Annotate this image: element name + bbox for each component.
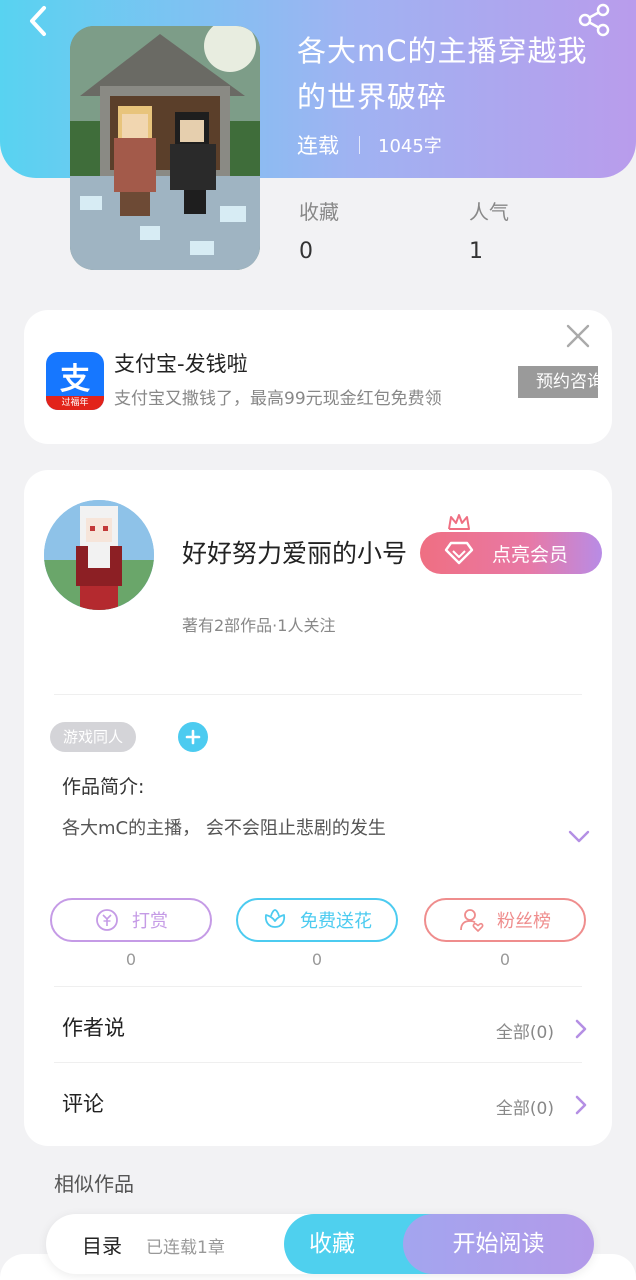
plus-icon — [185, 729, 201, 745]
flower-icon — [264, 909, 286, 928]
book-detail-card: 好好努力爱丽的小号 点亮会员 著有2部作品·1人关注 游戏同人 作品简介: 各大… — [24, 470, 612, 1146]
comments-row[interactable]: 评论 全部(0) — [62, 1084, 588, 1124]
intro-text: 各大mC的主播， 会不会阻止悲剧的发生 — [62, 818, 386, 839]
fans-count: 0 — [499, 950, 511, 969]
ad-logo-char: 支 — [60, 362, 90, 397]
ad-reserve-button[interactable]: 预约咨询 — [518, 366, 598, 398]
book-status-row: 连载 1045字 — [297, 130, 442, 160]
divider — [54, 1062, 582, 1063]
divider — [54, 986, 582, 987]
author-meta: 著有2部作品·1人关注 — [182, 616, 336, 635]
add-tag-button[interactable] — [178, 722, 208, 752]
chapter-count: 已连载1章 — [146, 1238, 225, 1258]
close-icon[interactable] — [564, 322, 592, 350]
comments-all: 全部(0) — [495, 1099, 554, 1119]
author-avatar[interactable] — [44, 500, 154, 610]
start-reading-button[interactable]: 开始阅读 — [403, 1214, 594, 1274]
send-flower-label: 免费送花 — [300, 911, 372, 932]
intro-label: 作品简介: — [62, 776, 145, 798]
diamond-icon — [444, 541, 474, 565]
cover-image — [70, 26, 260, 270]
word-count: 1045字 — [378, 136, 442, 157]
stat-favorites: 收藏 0 — [299, 196, 339, 264]
stat-popularity-value: 1 — [469, 239, 483, 264]
flower-count: 0 — [311, 950, 323, 969]
fans-icon — [460, 909, 484, 932]
chevron-left-icon[interactable] — [22, 4, 56, 38]
serial-status: 连载 — [297, 134, 339, 158]
reward-label: 打赏 — [132, 911, 168, 932]
crown-icon — [448, 514, 470, 530]
author-notes-all: 全部(0) — [495, 1023, 554, 1043]
alipay-logo-icon: 支 过福年 — [46, 352, 104, 410]
vip-button[interactable]: 点亮会员 — [420, 512, 602, 574]
book-title: 各大mC的主播穿越我的世界破碎 — [297, 34, 588, 114]
stat-favorites-label: 收藏 — [299, 200, 339, 224]
author-notes-row[interactable]: 作者说 全部(0) — [62, 1008, 588, 1048]
author-notes-label: 作者说 — [62, 1016, 125, 1040]
author-name[interactable]: 好好努力爱丽的小号 — [182, 534, 410, 570]
status-divider — [359, 136, 360, 154]
send-flower-button[interactable]: 免费送花 — [236, 898, 398, 942]
avatar-image — [44, 500, 154, 610]
stat-favorites-value: 0 — [299, 239, 313, 264]
stat-popularity: 人气 1 — [469, 196, 509, 264]
toc-button[interactable]: 目录 — [82, 1230, 122, 1259]
reward-count: 0 — [125, 950, 137, 969]
ad-card[interactable]: 支 过福年 支付宝-发钱啦 支付宝又撒钱了，最高99元现金红包免费领 预约咨询 — [24, 310, 612, 444]
ad-logo-sub: 过福年 — [46, 396, 104, 410]
genre-tag[interactable]: 游戏同人 — [50, 722, 137, 752]
similar-works-title: 相似作品 — [54, 1172, 134, 1196]
fans-rank-label: 粉丝榜 — [497, 911, 551, 932]
chevron-right-icon — [575, 1095, 587, 1115]
ad-description: 支付宝又撒钱了，最高99元现金红包免费领 — [114, 389, 442, 409]
vip-button-label: 点亮会员 — [492, 543, 569, 566]
coin-icon — [96, 909, 118, 931]
reward-button[interactable]: 打赏 — [50, 898, 212, 942]
fans-rank-button[interactable]: 粉丝榜 — [424, 898, 586, 942]
stat-popularity-label: 人气 — [469, 200, 509, 224]
ad-title: 支付宝-发钱啦 — [114, 352, 248, 376]
divider — [54, 694, 582, 695]
bottom-action-bar: 目录 已连载1章 收藏 开始阅读 — [46, 1214, 594, 1274]
chevron-right-icon — [575, 1019, 587, 1039]
comments-label: 评论 — [62, 1092, 104, 1116]
chevron-down-icon[interactable] — [568, 830, 590, 844]
book-cover[interactable] — [70, 26, 260, 270]
